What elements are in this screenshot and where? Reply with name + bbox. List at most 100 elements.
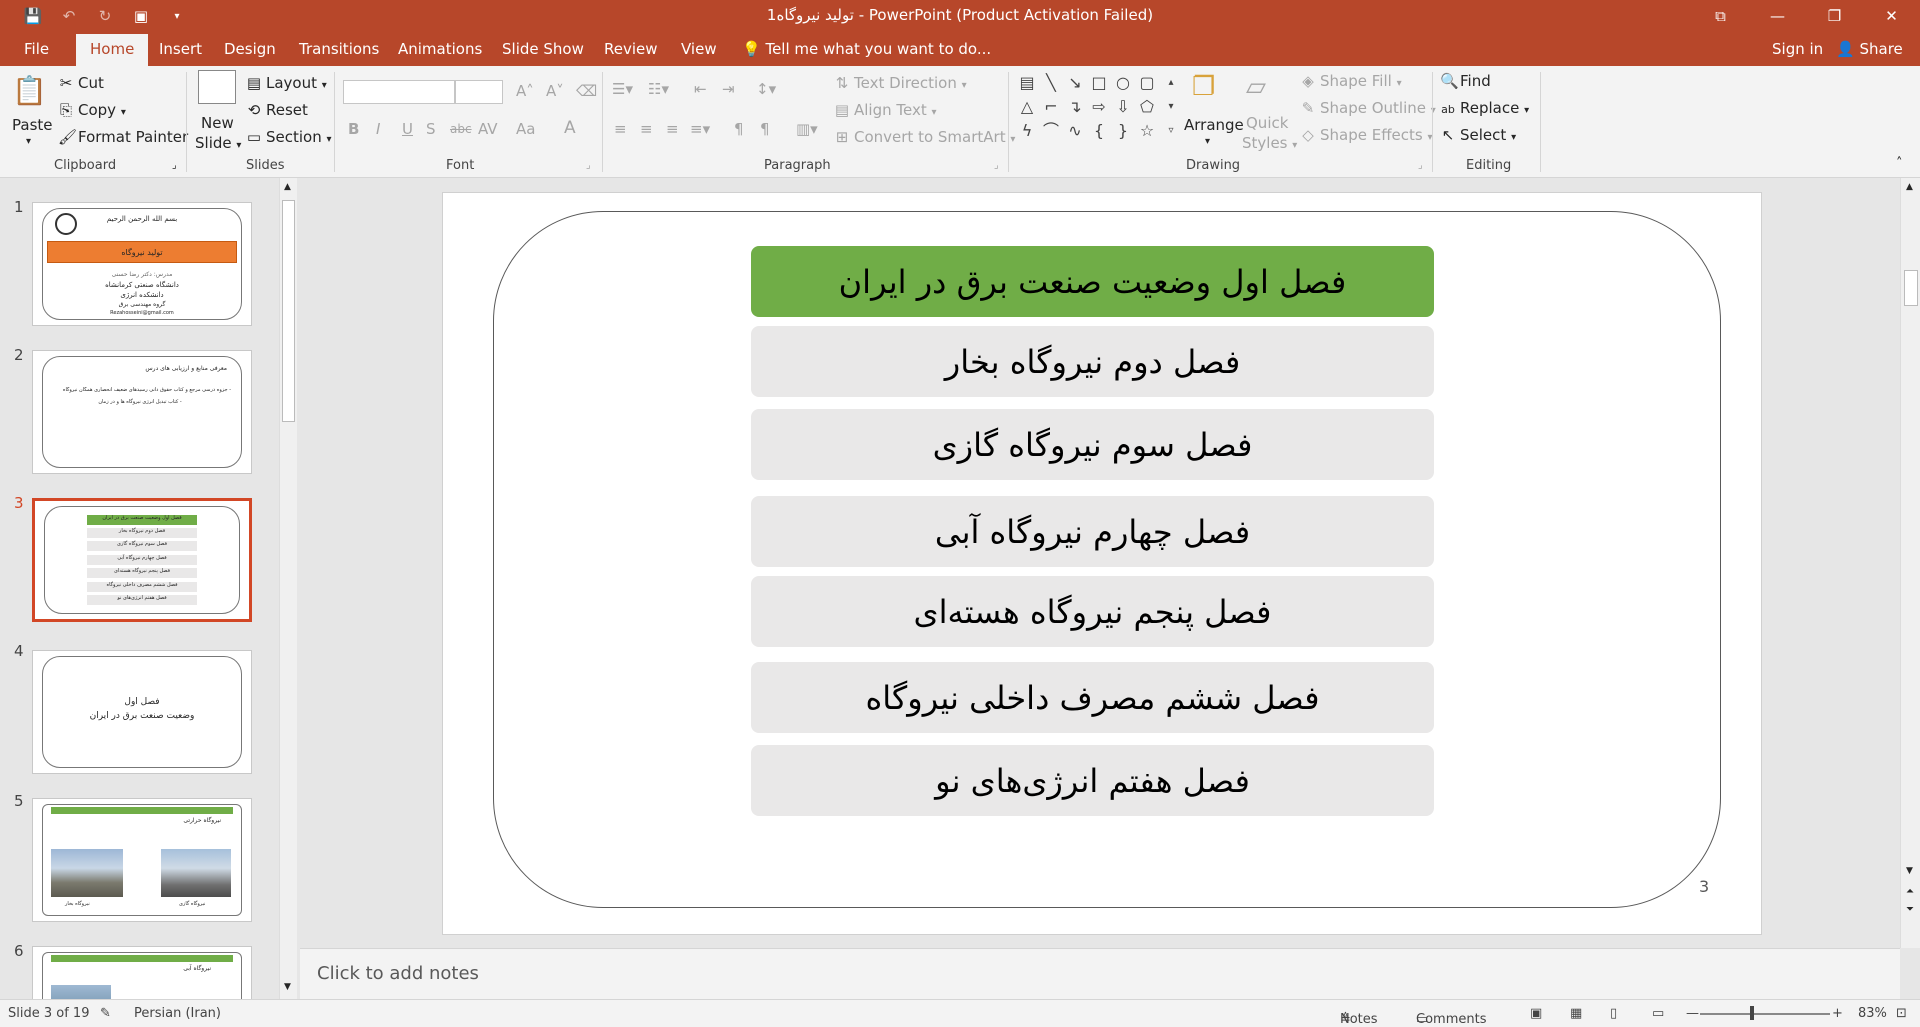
slide-thumbnail-3[interactable]: فصل اول وضعیت صنعت برق در ایران فصل دوم … [32, 498, 252, 622]
text-direction-button[interactable]: ⇅ Text Direction ▾ [834, 74, 967, 92]
clear-format-icon[interactable]: ⌫ [576, 82, 597, 100]
slideshow-icon[interactable]: ▭ [1652, 1006, 1664, 1021]
arrow-line-shape-icon[interactable]: ↘ [1064, 72, 1086, 94]
layout-button[interactable]: ▤ Layout ▾ [246, 74, 327, 92]
tab-insert[interactable]: Insert [159, 40, 202, 58]
pentagon-shape-icon[interactable]: ⬠ [1136, 96, 1158, 118]
chapter-item-3[interactable]: فصل سوم نیروگاه گازی [751, 409, 1434, 480]
collapse-ribbon-icon[interactable]: ˄ [1896, 156, 1903, 171]
oval-shape-icon[interactable]: ○ [1112, 72, 1134, 94]
find-button[interactable]: 🔍Find [1440, 72, 1491, 90]
star-shape-icon[interactable]: ☆ [1136, 120, 1158, 142]
bullets-icon[interactable]: ☰▾ [612, 80, 633, 98]
chapter-item-6[interactable]: فصل ششم مصرف داخلی نیروگاه [751, 662, 1434, 733]
rounded-rect-shape-icon[interactable]: ▢ [1136, 72, 1158, 94]
grow-font-icon[interactable]: A˄ [516, 82, 534, 100]
editor-scrollbar[interactable]: ▲ ▼ ⏶ ⏷ [1900, 178, 1920, 948]
down-arrow-shape-icon[interactable]: ⇩ [1112, 96, 1134, 118]
slide-sorter-icon[interactable]: ▦ [1570, 1006, 1582, 1021]
font-name-combo[interactable] [343, 80, 455, 104]
arc-shape-icon[interactable]: ⌒ [1040, 120, 1062, 142]
zoom-out-icon[interactable]: — [1686, 1006, 1699, 1021]
align-right-icon[interactable]: ≡ [666, 120, 679, 138]
ribbon-display-icon[interactable]: ⧉ [1692, 0, 1749, 32]
scroll-thumb[interactable] [1904, 270, 1918, 306]
tab-animations[interactable]: Animations [398, 40, 482, 58]
strikethrough-button[interactable]: abc [450, 122, 472, 136]
chapter-item-1[interactable]: فصل اول وضعیت صنعت برق در ایران [751, 246, 1434, 317]
gallery-up-icon[interactable]: ▴ [1160, 72, 1182, 94]
previous-slide-icon[interactable]: ⏶ [1906, 886, 1914, 897]
notes-pane[interactable]: Click to add notes [300, 948, 1900, 999]
copy-button[interactable]: ⎘ Copy ▾ [58, 101, 126, 119]
minimize-icon[interactable]: — [1749, 0, 1806, 32]
shadow-button[interactable]: S [426, 120, 436, 138]
increase-indent-icon[interactable]: ⇥ [722, 80, 735, 98]
tab-home[interactable]: Home [76, 34, 149, 66]
decrease-indent-icon[interactable]: ⇤ [694, 80, 707, 98]
paste-dropdown-icon[interactable]: ▾ [26, 136, 31, 147]
elbow-shape-icon[interactable]: ↴ [1064, 96, 1086, 118]
slide-thumbnail-2[interactable]: معرفی منابع و ارزیابی های درس - جزوه درس… [32, 350, 252, 474]
zoom-level[interactable]: 83% [1858, 1006, 1887, 1021]
columns-icon[interactable]: ▥▾ [796, 120, 818, 138]
align-text-button[interactable]: ▤ Align Text ▾ [834, 101, 937, 119]
gallery-more-icon[interactable]: ▿ [1160, 120, 1182, 142]
line-spacing-icon[interactable]: ↕▾ [756, 80, 776, 98]
rtl-icon[interactable]: ¶ [734, 120, 744, 138]
slide-thumbnail-4[interactable]: فصل اول وضعیت صنعت برق در ایران [32, 650, 252, 774]
gallery-down-icon[interactable]: ▾ [1160, 96, 1182, 118]
shapes-gallery[interactable]: ▤ ╲ ↘ □ ○ ▢ △ ⌐ ↴ ⇨ ⇩ ⬠ ϟ ⌒ ∿ { } ☆ ▴ ▾ … [1014, 72, 1178, 154]
chapter-item-4[interactable]: فصل چهارم نیروگاه آبی [751, 496, 1434, 567]
font-launcher-icon[interactable]: ⌟ [586, 160, 591, 171]
fit-slide-icon[interactable]: ⊡ [1896, 1006, 1907, 1021]
paragraph-launcher-icon[interactable]: ⌟ [994, 160, 999, 171]
right-arrow-shape-icon[interactable]: ⇨ [1088, 96, 1110, 118]
zoom-in-icon[interactable]: + [1832, 1006, 1843, 1021]
font-size-combo[interactable] [455, 80, 503, 104]
char-spacing-button[interactable]: AV [478, 120, 498, 138]
shape-effects-button[interactable]: ◇ Shape Effects ▾ [1300, 126, 1432, 144]
format-painter-button[interactable]: 🖌Format Painter [58, 128, 188, 146]
rectangle-shape-icon[interactable]: □ [1088, 72, 1110, 94]
language-indicator[interactable]: Persian (Iran) [134, 1006, 221, 1021]
reading-view-icon[interactable]: ▯ [1610, 1006, 1617, 1021]
scroll-up-icon[interactable]: ▲ [284, 182, 291, 192]
bold-button[interactable]: B [348, 120, 359, 138]
ltr-icon[interactable]: ¶ [760, 120, 770, 138]
share-button[interactable]: 👤 Share [1836, 40, 1903, 58]
convert-smartart-button[interactable]: ⊞ Convert to SmartArt ▾ [834, 128, 1016, 146]
font-color-button[interactable]: A [564, 118, 576, 138]
chapter-item-7[interactable]: فصل هفتم انرژی‌های نو [751, 745, 1434, 816]
paste-icon[interactable]: 📋 [12, 74, 47, 107]
zoom-slider[interactable] [1700, 1013, 1830, 1015]
tab-transitions[interactable]: Transitions [299, 40, 379, 58]
sign-in-link[interactable]: Sign in [1772, 40, 1823, 58]
arrange-button[interactable]: Arrange [1184, 116, 1244, 134]
italic-button[interactable]: I [376, 120, 380, 138]
freeform-shape-icon[interactable]: ϟ [1016, 120, 1038, 142]
close-icon[interactable]: ✕ [1863, 0, 1920, 32]
section-button[interactable]: ▭ Section ▾ [246, 128, 332, 146]
replace-button[interactable]: ab Replace ▾ [1440, 99, 1529, 117]
paste-button[interactable]: Paste [12, 116, 53, 134]
quick-styles-button[interactable]: Quick [1246, 114, 1288, 132]
tab-file[interactable]: File [24, 40, 49, 58]
triangle-shape-icon[interactable]: △ [1016, 96, 1038, 118]
quick-styles-icon[interactable]: ▱ [1246, 72, 1266, 102]
chapter-item-5[interactable]: فصل پنجم نیروگاه هسته‌ای [751, 576, 1434, 647]
change-case-button[interactable]: Aa [516, 120, 535, 138]
left-brace-shape-icon[interactable]: { [1088, 120, 1110, 142]
arrange-icon[interactable]: ❐ [1192, 72, 1215, 102]
quick-styles-button-line2[interactable]: Styles ▾ [1242, 134, 1297, 152]
slide-thumbnail-5[interactable]: نیروگاه حرارتی نیروگاه بخار نیروگاه گازی [32, 798, 252, 922]
arrange-dropdown-icon[interactable]: ▾ [1205, 136, 1210, 147]
right-brace-shape-icon[interactable]: } [1112, 120, 1134, 142]
scroll-up-icon[interactable]: ▲ [1906, 182, 1913, 192]
curve-shape-icon[interactable]: ∿ [1064, 120, 1086, 142]
tell-me-box[interactable]: 💡 Tell me what you want to do... [742, 40, 991, 58]
textbox-shape-icon[interactable]: ▤ [1016, 72, 1038, 94]
slide-thumbnail-6[interactable]: نیروگاه آبی [32, 946, 252, 1019]
scroll-down-icon[interactable]: ▼ [1906, 866, 1913, 876]
scroll-down-icon[interactable]: ▼ [284, 982, 291, 992]
